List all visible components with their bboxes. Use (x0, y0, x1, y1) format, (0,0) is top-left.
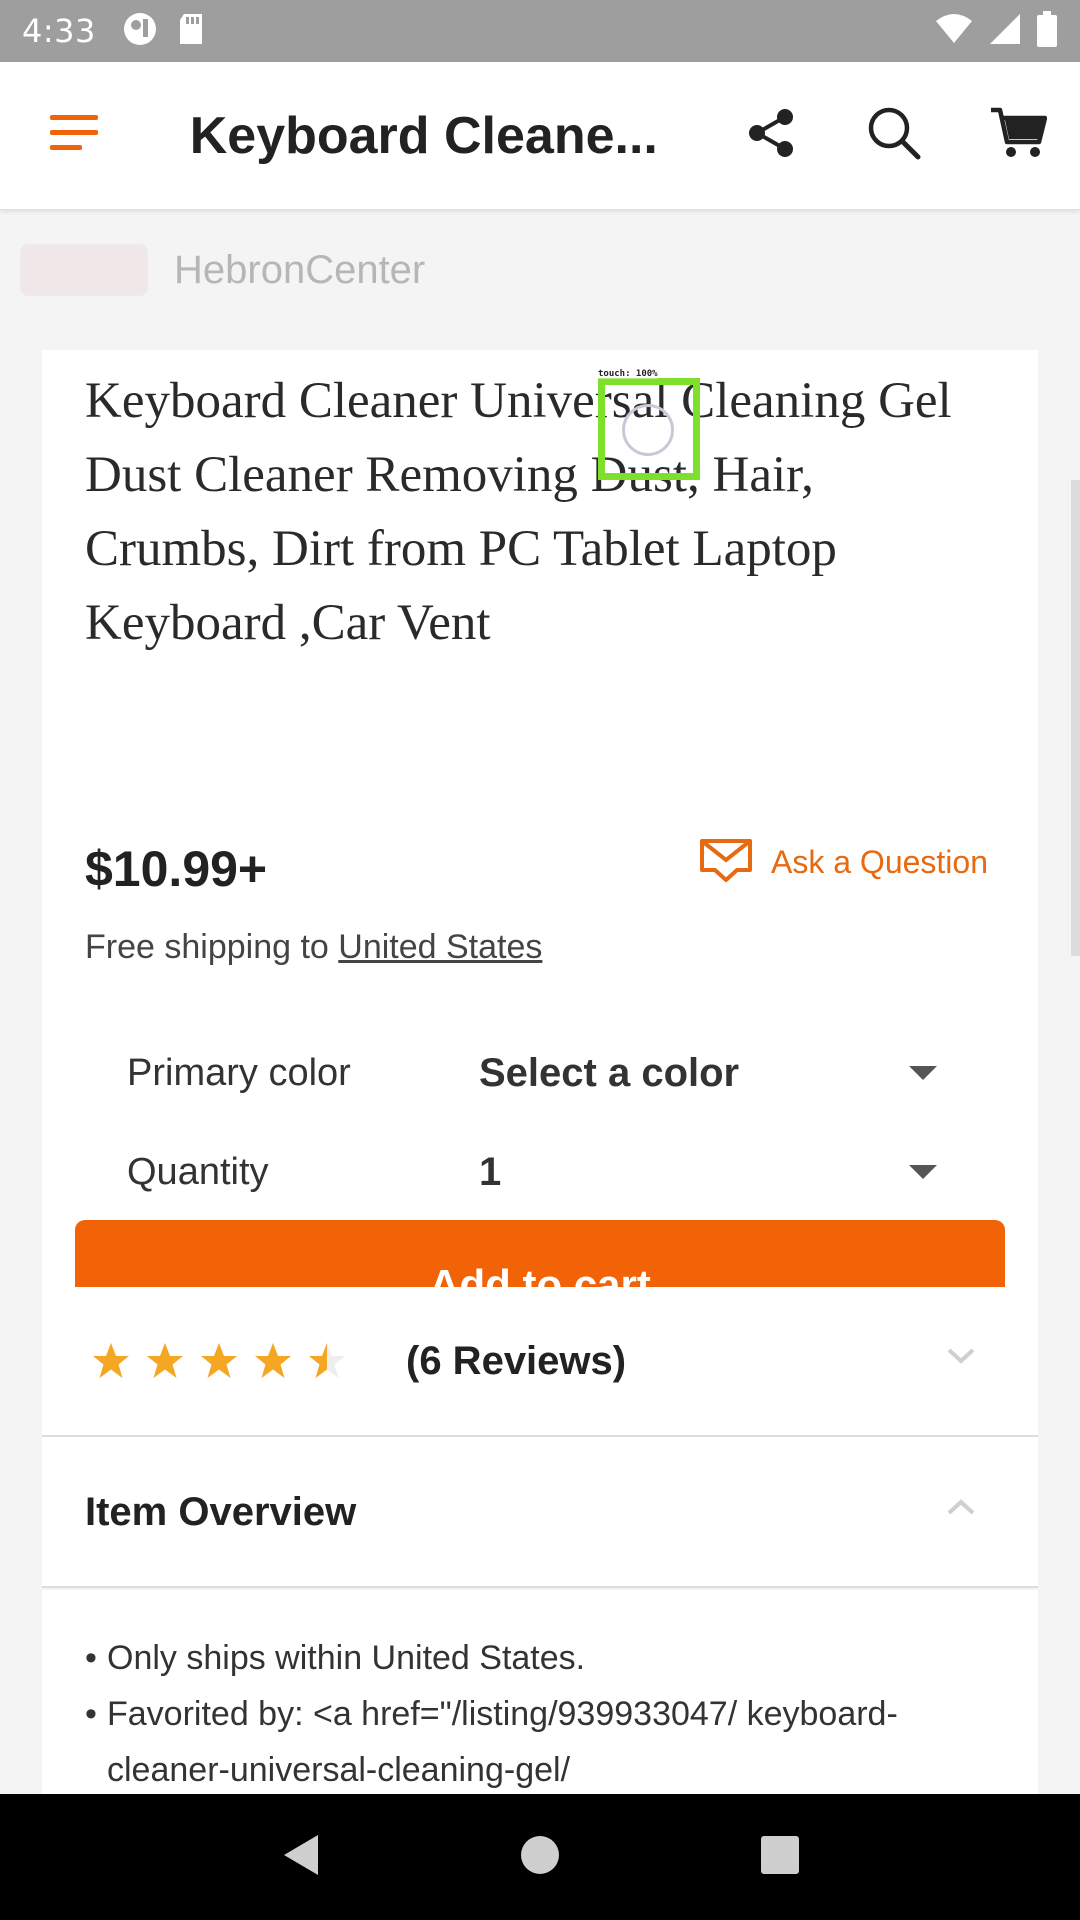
chevron-up-icon (946, 1498, 976, 1521)
ask-question-button[interactable]: Ask a Question (699, 838, 988, 887)
search-button[interactable] (832, 62, 956, 210)
bullet-text: Favorited by: <a href="/listing/93993304… (107, 1695, 898, 1789)
shipping-info: Free shipping to United States (85, 928, 542, 967)
status-system-icons (934, 11, 1058, 51)
touch-indicator-box (598, 378, 700, 480)
star-icon (93, 1343, 129, 1378)
listing-price: $10.99+ (85, 841, 268, 897)
battery-icon (1036, 11, 1058, 51)
share-button[interactable] (709, 62, 833, 210)
signal-icon (988, 12, 1022, 50)
shop-name: HebronCenter (174, 247, 426, 292)
quantity-select[interactable]: Quantity 1 (127, 1132, 957, 1212)
option-value: 1 (479, 1149, 502, 1194)
wifi-icon (934, 13, 974, 49)
sd-card-icon (176, 12, 206, 50)
reviews-count: (6 Reviews) (406, 1338, 627, 1383)
listing-title: Keyboard Cleaner Universal Cleaning Gel … (85, 373, 952, 651)
shopping-cart-icon (989, 106, 1048, 165)
item-overview-header[interactable]: Item Overview (42, 1438, 1038, 1588)
share-icon (745, 107, 797, 164)
item-overview-title: Item Overview (85, 1489, 357, 1534)
status-notification-icons (122, 11, 206, 51)
option-value: Select a color (479, 1050, 740, 1095)
dropdown-caret-icon (909, 1165, 937, 1179)
back-triangle-icon (280, 1833, 320, 1882)
primary-color-select[interactable]: Primary color Select a color (127, 1033, 957, 1113)
home-button[interactable] (500, 1817, 580, 1897)
recents-button[interactable] (740, 1817, 820, 1897)
recents-square-icon (760, 1835, 800, 1880)
star-icon (309, 1343, 345, 1378)
shop-avatar (20, 244, 148, 296)
app-bar: Keyboard Cleane... (0, 62, 1080, 210)
list-item: • Only ships within United States. (85, 1630, 1005, 1686)
cart-button[interactable] (956, 62, 1080, 210)
star-icon (255, 1343, 291, 1378)
app-bar-title: Keyboard Cleane... (189, 106, 658, 165)
menu-button[interactable] (0, 62, 150, 210)
system-nav-bar (0, 1794, 1080, 1920)
option-label: Primary color (127, 1051, 351, 1094)
rating-stars (90, 1341, 348, 1381)
scrollbar-thumb[interactable] (1071, 480, 1080, 956)
listing-content[interactable]: HebronCenter Keyboard Cleaner Universal … (0, 210, 1080, 1794)
bullet-text: Only ships within United States. (107, 1639, 586, 1677)
reviews-section[interactable]: (6 Reviews) (42, 1287, 1038, 1437)
overview-bullets: • Only ships within United States. • Fav… (85, 1630, 1005, 1794)
chevron-down-icon (946, 1347, 976, 1370)
star-icon (147, 1343, 183, 1378)
list-item: • Favorited by: <a href="/listing/939933… (85, 1686, 1005, 1794)
shop-row[interactable]: HebronCenter (20, 240, 1060, 300)
back-button[interactable] (260, 1817, 340, 1897)
shipping-prefix: Free shipping to (85, 928, 339, 966)
item-overview-body: • Only ships within United States. • Fav… (42, 1590, 1038, 1794)
notification-app-icon (122, 11, 158, 51)
hamburger-menu-icon (49, 113, 100, 158)
status-bar: 4:33 (0, 0, 1080, 62)
home-circle-icon (520, 1835, 560, 1880)
dropdown-caret-icon (909, 1066, 937, 1080)
touch-indicator-label: touch: 100% (598, 369, 658, 379)
ask-question-label: Ask a Question (771, 844, 988, 880)
option-label: Quantity (127, 1150, 269, 1193)
shipping-country-link[interactable]: United States (338, 928, 542, 966)
star-icon (201, 1343, 237, 1378)
status-time: 4:33 (22, 12, 96, 50)
search-icon (866, 105, 922, 166)
envelope-icon (699, 838, 753, 887)
